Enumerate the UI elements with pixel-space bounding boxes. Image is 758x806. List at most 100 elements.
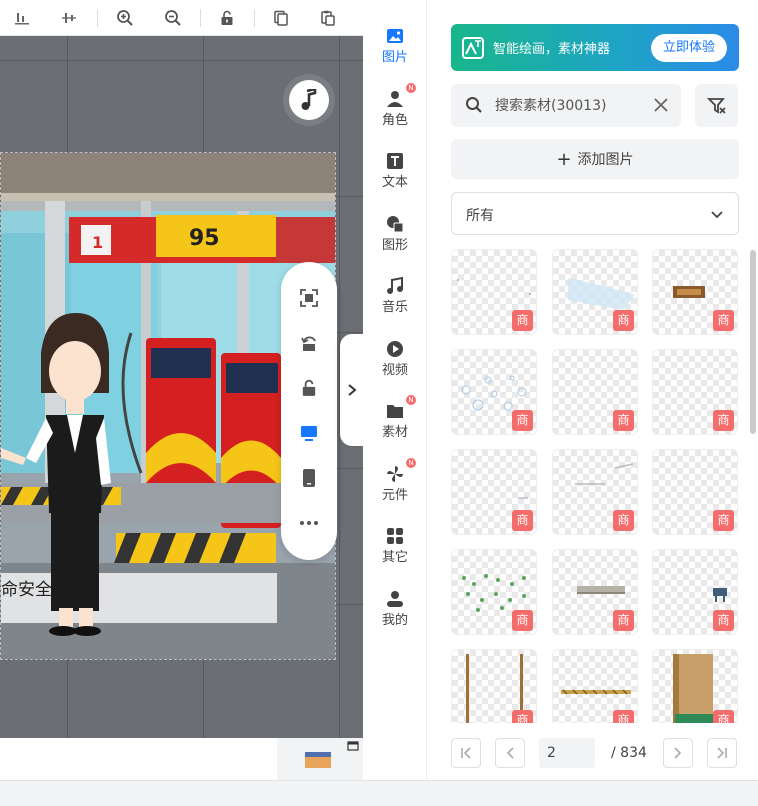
asset-scrollbar[interactable] [750, 250, 756, 434]
collapse-panel-button[interactable] [340, 334, 364, 446]
timeline-strip[interactable] [0, 780, 758, 806]
asset-tile[interactable]: 商 [451, 249, 537, 335]
music-toggle-button[interactable] [283, 74, 335, 126]
editor-root: { "sidebar": { "items": [ {"label": "图片"… [0, 0, 758, 806]
add-image-label: 添加图片 [577, 152, 634, 168]
sidebar-item-label: 图片 [381, 50, 408, 65]
canvas-float-toolbar [281, 262, 337, 560]
canvas-toolbar [0, 0, 363, 36]
pagination: / 834 [451, 736, 739, 770]
asset-tile[interactable]: 商 [552, 549, 638, 635]
new-badge: N [406, 395, 416, 405]
add-image-button[interactable]: + 添加图片 [451, 139, 739, 179]
sidebar-item-text[interactable]: 文本 [363, 143, 427, 199]
asset-grid: 商 商 商 商 商 商 商 商 商 商 商 商 商 商 商 [451, 249, 739, 723]
grid-icon [385, 526, 405, 546]
plus-icon: + [556, 148, 572, 170]
asset-tile[interactable]: 商 [652, 449, 738, 535]
commercial-tag: 商 [613, 710, 634, 723]
asset-tile[interactable]: 商 [652, 549, 738, 635]
asset-tile[interactable]: 商 [552, 249, 638, 335]
try-now-button[interactable]: 立即体验 [650, 34, 727, 62]
chevron-right-icon [348, 384, 357, 396]
commercial-tag: 商 [613, 610, 634, 631]
fit-screen-icon[interactable] [295, 284, 323, 312]
sidebar-item-material[interactable]: N 素材 [363, 393, 427, 449]
sidebar-item-label: 角色 [381, 113, 408, 128]
filter-icon [706, 97, 726, 114]
distribute-icon[interactable] [57, 6, 81, 30]
sidebar-item-shape[interactable]: 图形 [363, 206, 427, 262]
canvas-area[interactable]: 1 95 命安全 [0, 36, 363, 738]
ai-promo-banner[interactable]: 智能绘画，素材神器 立即体验 [451, 24, 739, 71]
asset-tile[interactable]: 商 [451, 649, 537, 723]
sidebar-item-music[interactable]: 音乐 [363, 268, 427, 324]
sidebar-item-image[interactable]: 图片 [363, 18, 427, 74]
mobile-view-icon[interactable] [295, 464, 323, 492]
asset-tile[interactable]: 商 [652, 349, 738, 435]
filter-button[interactable] [695, 84, 738, 127]
first-page-icon [461, 747, 471, 759]
desktop-view-icon[interactable] [295, 419, 323, 447]
chevron-right-icon [674, 747, 682, 759]
sidebar-item-label: 我的 [381, 613, 408, 628]
page-number-input[interactable] [539, 738, 595, 768]
commercial-tag: 商 [713, 310, 734, 331]
search-box [451, 84, 681, 127]
scene-thumbnail[interactable] [277, 738, 363, 780]
commercial-tag: 商 [613, 510, 634, 531]
shape-icon [385, 214, 405, 234]
asset-tile[interactable]: 商 [552, 649, 638, 723]
zoom-in-icon[interactable] [113, 6, 137, 30]
sidebar-item-mine[interactable]: 我的 [363, 581, 427, 637]
sidebar-item-video[interactable]: 视频 [363, 331, 427, 387]
chevron-down-icon [711, 211, 723, 219]
commercial-tag: 商 [713, 610, 734, 631]
music-icon [385, 276, 405, 296]
asset-tile[interactable]: 商 [652, 249, 738, 335]
copy-icon[interactable] [269, 6, 293, 30]
category-sidebar: 图片 N 角色 文本 图形 音乐 视频 N 素材 N 元件 其它 我的 [363, 0, 427, 780]
asset-tile[interactable]: 商 [451, 349, 537, 435]
asset-tile[interactable]: 商 [652, 649, 738, 723]
commercial-tag: 商 [512, 310, 533, 331]
last-page-button[interactable] [707, 738, 737, 768]
page-total: / 834 [611, 745, 647, 761]
sidebar-item-character[interactable]: N 角色 [363, 81, 427, 137]
component-icon: N [385, 458, 416, 484]
align-bottom-icon[interactable] [10, 6, 34, 30]
paste-icon[interactable] [316, 6, 340, 30]
lock-icon[interactable] [295, 374, 323, 402]
asset-tile[interactable]: 商 [552, 349, 638, 435]
sidebar-item-other[interactable]: 其它 [363, 518, 427, 574]
commercial-tag: 商 [713, 410, 734, 431]
unlock-icon[interactable] [215, 6, 239, 30]
sidebar-item-label: 素材 [381, 425, 408, 440]
clear-icon[interactable] [653, 97, 669, 113]
character-icon: N [385, 83, 416, 109]
video-icon [385, 339, 405, 359]
asset-tile[interactable]: 商 [552, 449, 638, 535]
commercial-tag: 商 [613, 410, 634, 431]
sidebar-item-label: 文本 [381, 175, 408, 190]
sidebar-item-component[interactable]: N 元件 [363, 456, 427, 512]
category-select[interactable]: 所有 [451, 192, 739, 235]
more-icon[interactable] [295, 509, 323, 537]
search-icon [466, 97, 482, 113]
zoom-out-icon[interactable] [161, 6, 185, 30]
first-page-button[interactable] [451, 738, 481, 768]
folder-icon: N [385, 395, 416, 421]
new-badge: N [406, 83, 416, 93]
user-icon [385, 589, 405, 609]
commercial-tag: 商 [512, 410, 533, 431]
chevron-left-icon [506, 747, 514, 759]
next-page-button[interactable] [663, 738, 693, 768]
asset-tile[interactable]: 商 [451, 449, 537, 535]
ai-paint-icon [462, 36, 484, 59]
prev-page-button[interactable] [495, 738, 525, 768]
asset-panel: 智能绘画，素材神器 立即体验 + 添加图片 所有 商 商 商 [427, 0, 758, 780]
asset-tile[interactable]: 商 [451, 549, 537, 635]
undo-rotate-icon[interactable] [295, 329, 323, 357]
price-sign-1: 1 [92, 233, 103, 252]
search-input[interactable] [495, 94, 645, 116]
